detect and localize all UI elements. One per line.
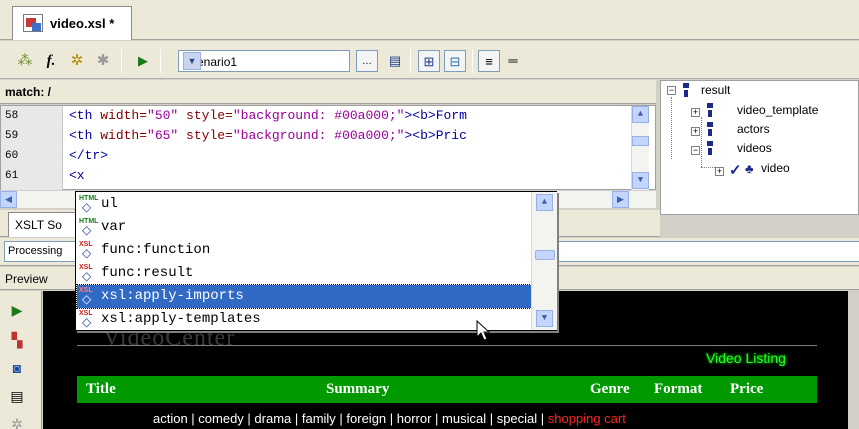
processing-label: Processing: [8, 245, 63, 257]
tree-node-video-template[interactable]: video_template: [737, 103, 818, 117]
preview-icon[interactable]: ⊞: [418, 50, 440, 72]
expand-icon[interactable]: +: [691, 108, 700, 117]
format-icon[interactable]: ═: [502, 50, 524, 72]
file-tab-video-xsl[interactable]: video.xsl *: [12, 6, 132, 40]
scroll-down-icon[interactable]: ▼: [632, 172, 649, 189]
tab-label: XSLT So: [15, 218, 62, 232]
tree-view-icon[interactable]: ⊟: [444, 50, 466, 72]
preview-toolbar: ▶ ▚ ◙ ▤ ✲: [0, 291, 42, 429]
col-format: Format: [654, 381, 703, 397]
editor-vertical-scrollbar[interactable]: ▲ ▼: [631, 106, 649, 191]
preview-label: Preview: [5, 272, 48, 286]
line-number: 61: [5, 170, 19, 182]
expand-icon[interactable]: +: [715, 167, 724, 176]
xsl-element-icon: XSL ◇: [79, 287, 93, 306]
line-number-gutter: 58 59 60 61: [1, 106, 63, 191]
indent-icon[interactable]: ≡: [478, 50, 500, 72]
autocomplete-popup: HTML ◇ ul HTML ◇ var XSL ◇ func:function XS…: [75, 191, 557, 331]
line-number: 60: [5, 150, 19, 162]
col-title: Title: [86, 381, 116, 397]
scroll-left-icon[interactable]: ◀: [0, 191, 17, 208]
line-number: 58: [5, 110, 19, 122]
xslt-toolbar: ⁂ f. ✲ ✱ ▶ Scenario1 ▼ … ▤ ⊞ ⊟ ≡ ═: [0, 41, 859, 79]
preview-right-edge: [848, 291, 859, 429]
function-icon[interactable]: f.: [40, 50, 62, 72]
scroll-up-icon[interactable]: ▲: [632, 106, 649, 123]
expand-icon[interactable]: +: [691, 127, 700, 136]
scrollbar-thumb[interactable]: [535, 250, 555, 260]
document-icon[interactable]: ▤: [8, 387, 26, 405]
tree-node-actors[interactable]: actors: [737, 122, 770, 136]
xsl-element-icon: XSL ◇: [79, 241, 93, 260]
code-line: <x: [69, 168, 85, 183]
tree-node-video[interactable]: video: [761, 161, 790, 175]
col-genre: Genre: [590, 381, 630, 397]
match-label: match: /: [5, 85, 52, 99]
run-transform-icon[interactable]: ▶: [132, 50, 154, 72]
file-tab-label: video.xsl *: [50, 16, 115, 31]
autocomplete-item[interactable]: XSL ◇ xsl:apply-templates: [77, 308, 531, 331]
scrollbar-thumb[interactable]: [632, 136, 649, 146]
output-tree-panel: − result + video_template + actors − vid…: [660, 80, 859, 215]
xpath-builder-icon[interactable]: ⁂: [14, 50, 36, 72]
autocomplete-item[interactable]: XSL ◇ func:function: [77, 239, 531, 262]
scenario-select[interactable]: Scenario1 ▼: [178, 50, 350, 72]
processing-field[interactable]: Processing: [4, 241, 76, 262]
html-element-icon: HTML ◇: [79, 195, 99, 214]
video-listing-heading: Video Listing: [706, 350, 786, 366]
tree-node-result[interactable]: result: [701, 83, 730, 97]
col-summary: Summary: [326, 381, 390, 397]
element-node-icon: [707, 103, 713, 117]
match-bar: match: /: [0, 80, 656, 104]
genre-nav: action | comedy | drama | family | forei…: [153, 411, 626, 426]
tree-node-videos[interactable]: videos: [737, 141, 772, 155]
save-scenario-icon[interactable]: ▤: [384, 50, 406, 72]
line-number: 59: [5, 130, 19, 142]
element-node-icon: [683, 83, 689, 97]
chevron-down-icon[interactable]: ▼: [183, 52, 201, 70]
autocomplete-item-selected[interactable]: XSL ◇ xsl:apply-imports: [76, 284, 532, 309]
autocomplete-item[interactable]: HTML ◇ var: [77, 216, 531, 239]
genre-links[interactable]: action | comedy | drama | family | forei…: [153, 411, 544, 426]
browse-icon[interactable]: …: [356, 50, 378, 72]
debug-icon[interactable]: ✲: [66, 50, 88, 72]
grid-icon[interactable]: ▚: [8, 331, 26, 349]
divider: [77, 345, 817, 346]
code-line: <th width="50" style="background: #00a00…: [69, 108, 467, 123]
code-line: <th width="65" style="background: #00a00…: [69, 128, 467, 143]
cancel-debug-icon[interactable]: ✱: [92, 50, 114, 72]
browser-icon[interactable]: ◙: [8, 359, 26, 377]
settings-icon[interactable]: ✲: [8, 415, 26, 429]
autocomplete-scrollbar[interactable]: ▲ ▼: [531, 192, 557, 330]
scroll-down-icon[interactable]: ▼: [536, 310, 553, 327]
collapse-icon[interactable]: −: [691, 146, 700, 155]
shopping-cart-link[interactable]: shopping cart: [548, 411, 626, 426]
autocomplete-item[interactable]: XSL ◇ func:result: [77, 262, 531, 285]
mouse-cursor-icon: [476, 320, 490, 341]
play-icon[interactable]: ▶: [8, 301, 26, 319]
collapse-icon[interactable]: −: [667, 86, 676, 95]
table-header-row: [77, 376, 817, 403]
xsl-element-icon: XSL ◇: [79, 310, 93, 329]
xsl-file-icon: [23, 14, 43, 32]
code-line: </tr>: [69, 148, 109, 163]
xsl-element-icon: XSL ◇: [79, 264, 93, 283]
code-editor[interactable]: 58 59 60 61 <th width="50" style="backgr…: [0, 105, 656, 191]
html-element-icon: HTML ◇: [79, 218, 99, 237]
scroll-right-icon[interactable]: ▶: [612, 191, 629, 208]
autocomplete-item[interactable]: HTML ◇ ul: [77, 193, 531, 216]
tab-xslt-source[interactable]: XSLT So: [8, 212, 78, 237]
hierarchy-icon: ♣: [745, 161, 754, 176]
element-node-icon: [707, 122, 713, 136]
element-node-icon: [707, 141, 713, 155]
scroll-up-icon[interactable]: ▲: [536, 194, 553, 211]
checkmark-icon: ✓: [729, 162, 742, 179]
col-price: Price: [730, 381, 764, 397]
processing-input[interactable]: [530, 241, 859, 262]
